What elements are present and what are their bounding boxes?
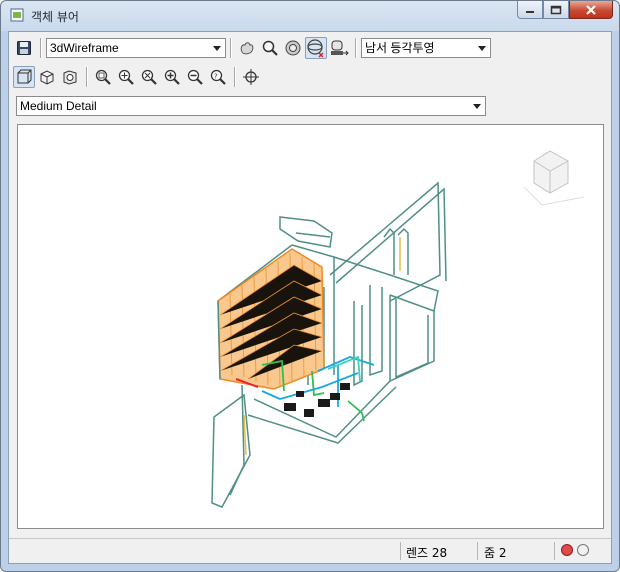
free-orbit-icon bbox=[307, 39, 324, 58]
pan-icon bbox=[240, 42, 254, 55]
toolbar-separator bbox=[234, 67, 236, 87]
orange-mesh-panel bbox=[217, 248, 325, 390]
magnifier-icon bbox=[262, 40, 278, 56]
view-direction-value: 남서 등각투영 bbox=[365, 41, 435, 55]
zoom-center-button[interactable] bbox=[115, 66, 137, 88]
save-button[interactable] bbox=[13, 37, 35, 59]
caption-buttons bbox=[517, 1, 613, 21]
zoom-window-icon bbox=[95, 69, 111, 85]
zoom-in-icon bbox=[164, 69, 180, 85]
view-box-button[interactable] bbox=[13, 66, 35, 88]
view-object-button[interactable] bbox=[59, 66, 81, 88]
zoom-out-button[interactable] bbox=[184, 66, 206, 88]
lens-readout: 렌즈 28 bbox=[406, 546, 448, 560]
orbit-button[interactable] bbox=[282, 37, 304, 59]
visual-style-value: 3dWireframe bbox=[50, 41, 119, 55]
model-viewport[interactable] bbox=[17, 124, 604, 529]
crosshair-icon bbox=[243, 69, 259, 85]
camera-button[interactable] bbox=[328, 37, 350, 59]
chevron-down-icon bbox=[478, 46, 486, 51]
visual-style-select[interactable]: 3dWireframe bbox=[46, 38, 226, 58]
view-cube-button[interactable] bbox=[36, 66, 58, 88]
zoom-realtime-button[interactable]: ? bbox=[207, 66, 229, 88]
zoom-out-icon bbox=[187, 69, 203, 85]
zoom-button[interactable] bbox=[259, 37, 281, 59]
svg-text:?: ? bbox=[214, 73, 218, 81]
minimize-icon bbox=[526, 10, 534, 13]
maximize-icon bbox=[550, 5, 562, 14]
pan-button[interactable] bbox=[236, 37, 258, 59]
ucs-button[interactable] bbox=[240, 66, 262, 88]
zoom-in-button[interactable] bbox=[161, 66, 183, 88]
zoom-center-icon bbox=[118, 69, 134, 85]
detail-level-value: Medium Detail bbox=[20, 99, 97, 113]
toolbar-top: 3dWireframe 남서 등각투영 bbox=[13, 35, 491, 61]
close-button[interactable] bbox=[569, 1, 613, 19]
save-icon bbox=[17, 41, 31, 55]
minimize-button[interactable] bbox=[517, 1, 543, 19]
zoom-realtime-icon: ? bbox=[210, 69, 226, 85]
view-direction-select[interactable]: 남서 등각투영 bbox=[361, 38, 491, 58]
zoom-readout: 줌 2 bbox=[484, 546, 507, 560]
object-viewer-window: 객체 뷰어 3dWireframe 남서 등각투영 ? Medium Detai… bbox=[0, 0, 620, 572]
toolbar-bottom: ? bbox=[13, 64, 263, 90]
free-orbit-button[interactable] bbox=[305, 37, 327, 59]
maximize-button[interactable] bbox=[543, 1, 569, 19]
status-separator bbox=[554, 542, 555, 560]
cube-icon bbox=[40, 70, 54, 85]
status-separator bbox=[477, 542, 478, 560]
client-area: 3dWireframe 남서 등각투영 ? Medium Detail 렌즈 2… bbox=[8, 31, 612, 564]
toolbar-separator bbox=[86, 67, 88, 87]
light-red-indicator-icon[interactable] bbox=[561, 544, 573, 556]
toolbar-separator bbox=[40, 38, 42, 58]
zoom-extents-icon bbox=[141, 69, 157, 85]
object-icon bbox=[63, 70, 77, 85]
light-gray-indicator-icon[interactable] bbox=[577, 544, 589, 556]
detail-level-select[interactable]: Medium Detail bbox=[16, 96, 486, 116]
toolbar-separator bbox=[230, 38, 232, 58]
status-separator bbox=[400, 542, 401, 560]
cube-frame-icon bbox=[17, 69, 32, 84]
camera-icon bbox=[331, 40, 349, 56]
zoom-window-button[interactable] bbox=[92, 66, 114, 88]
zoom-extents-button[interactable] bbox=[138, 66, 160, 88]
status-bar: 렌즈 28 줌 2 bbox=[9, 538, 611, 563]
app-icon bbox=[10, 8, 24, 22]
orbit-icon bbox=[285, 40, 301, 56]
window-title: 객체 뷰어 bbox=[31, 10, 79, 24]
chevron-down-icon bbox=[473, 104, 481, 109]
close-icon bbox=[586, 4, 596, 15]
toolbar-separator bbox=[355, 38, 357, 58]
view-cube[interactable] bbox=[523, 150, 585, 206]
title-bar[interactable]: 객체 뷰어 bbox=[1, 1, 619, 31]
wireframe-model bbox=[211, 150, 585, 508]
chevron-down-icon bbox=[213, 46, 221, 51]
